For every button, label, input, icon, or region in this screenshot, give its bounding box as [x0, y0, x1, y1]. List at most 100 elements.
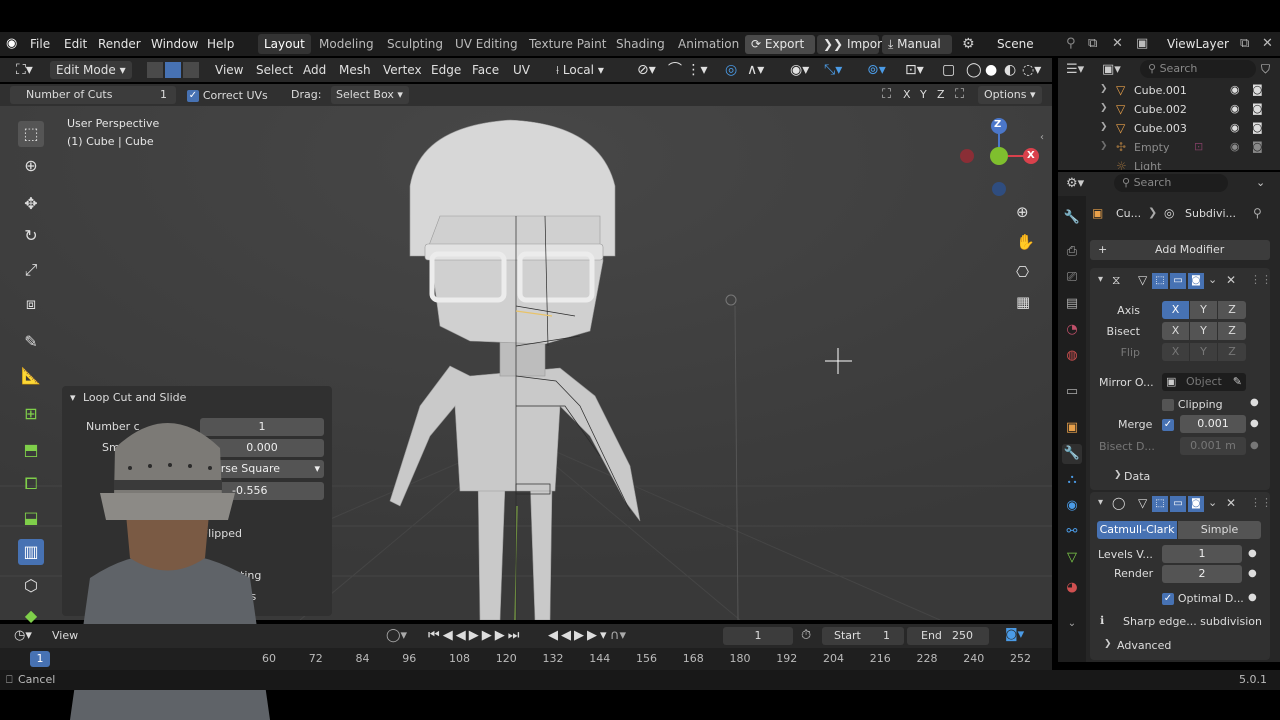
end-frame-field[interactable]: End 250 [907, 627, 989, 645]
delete-viewlayer-icon[interactable]: ✕ [1262, 36, 1273, 51]
catmull-clark-toggle[interactable]: Catmull-Clark [1097, 521, 1177, 539]
physics-tab-icon[interactable]: ◉ [1062, 496, 1082, 516]
correct-uvs-checkbox[interactable]: ✓ Correct UVs [187, 88, 268, 102]
proportional-edit-icon[interactable]: ◎ [725, 58, 737, 82]
render-camera-icon[interactable]: ◙ [1252, 140, 1263, 153]
overlays-icon[interactable]: ⊚▾ [867, 58, 886, 82]
frame-ruler[interactable]: 1 60 72 84 96 108 120 132 144 156 168 180 192 204 216… [0, 648, 1052, 670]
editmode-toggle-icon[interactable]: ⬚ [1152, 273, 1168, 289]
menu-edit[interactable]: Edit [58, 32, 93, 56]
timeline-editor-icon[interactable]: ◷▾ [14, 628, 32, 643]
hide-eye-icon[interactable]: ◉ [1230, 102, 1240, 115]
pin-icon[interactable]: ⚲ [1066, 36, 1076, 51]
falloff-icon[interactable]: ∧▾ [747, 58, 764, 82]
timeline-view-menu[interactable]: View [52, 629, 78, 642]
filter-icon[interactable]: ⛉ [1261, 62, 1270, 77]
menu-render[interactable]: Render [92, 32, 147, 56]
keyframe-dot-icon[interactable]: ● [1250, 418, 1259, 429]
viewport-toggle-icon[interactable]: ▭ [1170, 496, 1186, 512]
xray-icon[interactable]: ▢ [942, 58, 955, 82]
breadcrumb-object[interactable]: Cu... [1116, 207, 1141, 220]
axis-x-toggle[interactable]: X [1162, 301, 1189, 319]
outliner-row[interactable]: ❯ ▽ Cube.003 ◉ ◙ [1058, 120, 1280, 138]
keyframe-dot-icon[interactable]: ● [1248, 568, 1257, 579]
data-tab-icon[interactable]: ▽ [1062, 548, 1082, 568]
display-mode-icon[interactable]: ▣▾ [1102, 62, 1121, 77]
outliner-row[interactable]: ❯ ▽ Cube.001 ◉ ◙ [1058, 82, 1280, 100]
outliner-row[interactable]: ☼ Light [1058, 158, 1280, 170]
gizmo-z-label[interactable]: Z [994, 119, 1001, 130]
scale-tool-icon[interactable]: ⤢ [18, 257, 44, 283]
collapse-icon[interactable]: ▾ [1098, 497, 1103, 508]
vertex-select-icon[interactable] [147, 62, 163, 78]
symmetry-y[interactable]: Y [920, 88, 927, 101]
expand-icon[interactable]: ❯ [1100, 84, 1108, 94]
object-tab-icon[interactable]: ▣ [1062, 418, 1082, 438]
blender-logo-icon[interactable]: ◉ [6, 37, 20, 51]
flip-y-toggle[interactable]: Y [1190, 343, 1217, 361]
menu-help[interactable]: Help [201, 32, 240, 56]
merge-checkbox[interactable]: ✓ [1162, 417, 1174, 431]
outliner-search[interactable]: ⚲ Search [1140, 60, 1256, 78]
menu-vertex[interactable]: Vertex [383, 58, 422, 82]
tab-texture-paint[interactable]: Texture Paint [523, 34, 612, 54]
tab-animation[interactable]: Animation [672, 34, 745, 54]
import-button[interactable]: ❯❯ Import [817, 35, 887, 54]
timeline-options-icon[interactable]: ◙▾ [1005, 627, 1024, 642]
keyframe-dot-icon[interactable]: ● [1250, 440, 1259, 451]
clipping-checkbox[interactable]: Clipping [1162, 397, 1223, 411]
render-toggle-icon[interactable]: ◙ [1188, 496, 1204, 512]
tab-layout[interactable]: Layout [258, 34, 311, 54]
expand-icon[interactable]: ❯ [1100, 122, 1108, 132]
axis-z-toggle[interactable]: Z [1218, 301, 1246, 319]
bisect-y-toggle[interactable]: Y [1190, 322, 1217, 340]
viewlayer-icon[interactable]: ▣ [1136, 36, 1148, 51]
axis-y-toggle[interactable]: Y [1190, 301, 1217, 319]
render-camera-icon[interactable]: ◙ [1252, 121, 1263, 134]
viewlayer-name[interactable]: ViewLayer [1167, 37, 1229, 51]
edge-select-icon[interactable] [165, 62, 181, 78]
bisect-x-toggle[interactable]: X [1162, 322, 1189, 340]
keyframe-dot-icon[interactable]: ● [1248, 592, 1257, 603]
symmetry-x[interactable]: X [903, 88, 911, 101]
transform-tool-icon[interactable]: ⧈ [18, 291, 44, 317]
render-camera-icon[interactable]: ◙ [1252, 102, 1263, 115]
data-expand-icon[interactable]: ❯ [1114, 470, 1122, 480]
current-frame-field[interactable]: 1 [723, 627, 793, 645]
mode-select[interactable]: Edit Mode ▾ [50, 61, 132, 79]
playback-controls[interactable]: ⏮◀◀▶▶▶⏭ [428, 628, 522, 643]
playhead-frame[interactable]: 1 [30, 651, 50, 667]
symmetry-z[interactable]: Z [937, 88, 945, 101]
keyframe-dot-icon[interactable]: ● [1250, 397, 1259, 408]
scene-tab-icon[interactable]: ◔ [1062, 320, 1082, 340]
expand-icon[interactable]: ❯ [1100, 103, 1108, 113]
outliner-row[interactable]: ❯ ▽ Cube.002 ◉ ◙ [1058, 101, 1280, 119]
keyframe-jump-controls[interactable]: ◀◀▶▶▾ [548, 628, 610, 643]
cursor-tool-icon[interactable]: ⊕ [18, 153, 44, 179]
orientation-select[interactable]: ⟊ Local ▾ [556, 58, 604, 82]
tab-sculpting[interactable]: Sculpting [381, 34, 449, 54]
mirror-select-icon[interactable]: ⛶ [955, 87, 964, 102]
keyframe-icon[interactable]: ◯▾ [386, 628, 407, 643]
symmetry-icon[interactable]: ⛶ [882, 87, 891, 102]
scene-name[interactable]: Scene [997, 37, 1034, 51]
pan-hand-icon[interactable]: ✋ [1016, 233, 1035, 251]
hide-eye-icon[interactable]: ◉ [1230, 83, 1240, 96]
properties-options-icon[interactable]: ⌄ [1256, 176, 1265, 189]
menu-add[interactable]: Add [303, 58, 326, 82]
particles-tab-icon[interactable]: ⛬ [1062, 470, 1082, 490]
simple-toggle[interactable]: Simple [1178, 521, 1261, 539]
modifier-menu-icon[interactable]: ⌄ [1208, 496, 1217, 509]
modifier-menu-icon[interactable]: ⌄ [1208, 273, 1217, 286]
drag-select[interactable]: Select Box ▾ [331, 86, 409, 104]
tab-modeling[interactable]: Modeling [313, 34, 380, 54]
hide-eye-icon[interactable]: ◉ [1230, 140, 1240, 153]
menu-face[interactable]: Face [472, 58, 499, 82]
options-dropdown[interactable]: Options ▾ [978, 86, 1042, 104]
menu-file[interactable]: File [24, 32, 56, 56]
knife-tool-icon[interactable]: ⬡ [18, 573, 44, 599]
hide-eye-icon[interactable]: ◉ [1230, 121, 1240, 134]
rotate-tool-icon[interactable]: ↻ [18, 223, 44, 249]
properties-editor-icon[interactable]: ⚙▾ [1066, 176, 1084, 191]
render-toggle-icon[interactable]: ◙ [1188, 273, 1204, 289]
